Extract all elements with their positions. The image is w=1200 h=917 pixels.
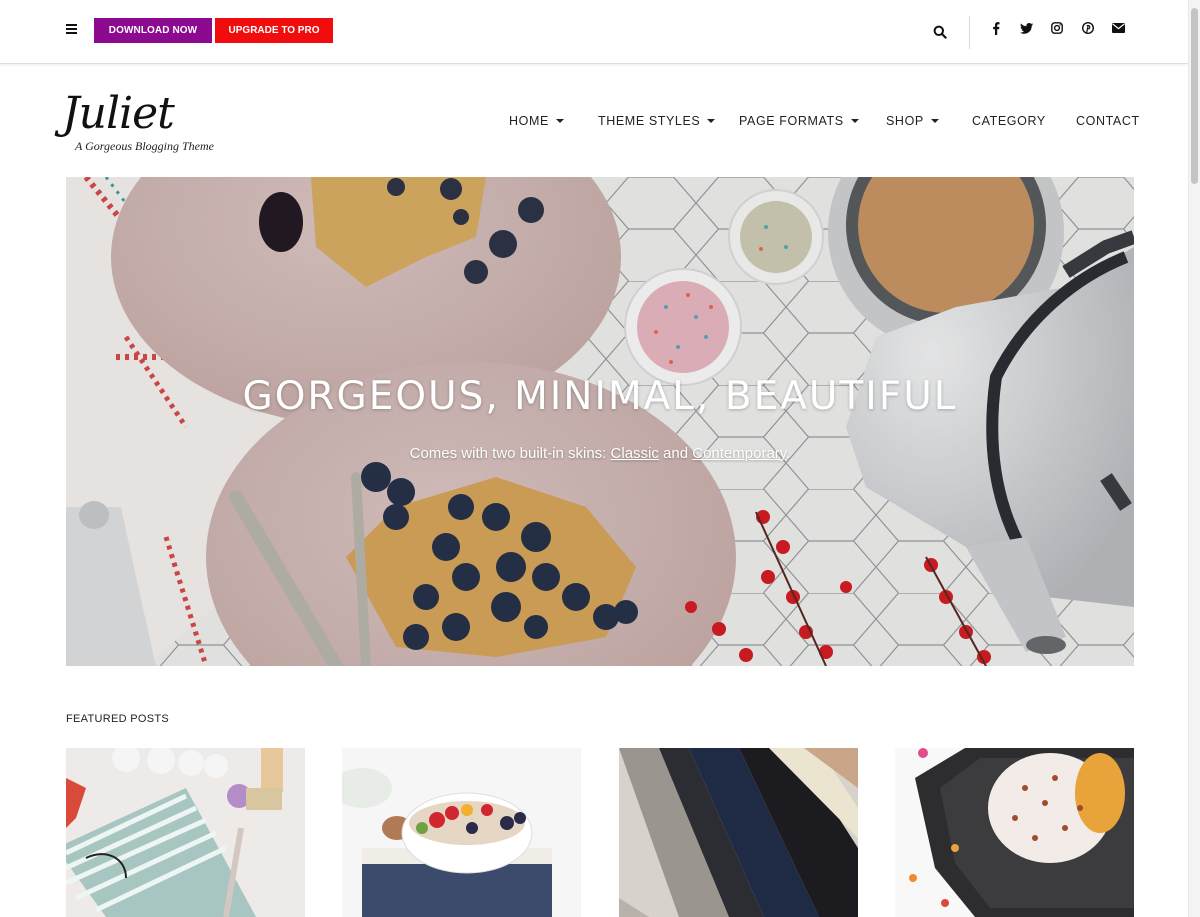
- nav-item-home[interactable]: HOME: [509, 114, 564, 128]
- envelope-icon[interactable]: [1111, 21, 1125, 35]
- facebook-icon[interactable]: [989, 21, 1003, 35]
- nav-label: CONTACT: [1076, 114, 1140, 128]
- featured-post-3-image[interactable]: [619, 748, 858, 917]
- site-tagline: A Gorgeous Blogging Theme: [75, 139, 214, 153]
- hero-subtitle-text: Comes with two built-in skins:: [409, 445, 611, 462]
- featured-post-4-image[interactable]: [895, 748, 1134, 917]
- caret-down-icon: [707, 119, 716, 123]
- upgrade-to-pro-button[interactable]: UPGRADE TO PRO: [215, 18, 333, 43]
- caret-down-icon: [555, 119, 564, 123]
- top-bar: DOWNLOAD NOW UPGRADE TO PRO: [0, 0, 1188, 64]
- hero-subtitle-and: and: [658, 445, 693, 462]
- hero-subtitle: Comes with two built-in skins: Classic a…: [66, 445, 1134, 462]
- divider: [969, 16, 970, 49]
- download-now-button[interactable]: DOWNLOAD NOW: [94, 18, 212, 43]
- nav-label: SHOP: [886, 114, 924, 128]
- nav-item-shop[interactable]: SHOP: [886, 114, 939, 128]
- hero-subtitle-end: .: [786, 445, 791, 462]
- site-logo[interactable]: Juliet: [62, 88, 175, 139]
- contemporary-skin-link[interactable]: Contemporary: [692, 445, 786, 462]
- scrollbar-thumb[interactable]: [1191, 8, 1198, 184]
- featured-post-2-image[interactable]: [342, 748, 581, 917]
- nav-item-contact[interactable]: CONTACT: [1076, 114, 1140, 128]
- featured-post-1-image[interactable]: [66, 748, 305, 917]
- featured-posts-heading: FEATURED POSTS: [66, 713, 170, 725]
- twitter-icon[interactable]: [1019, 21, 1033, 35]
- classic-skin-link[interactable]: Classic: [611, 445, 659, 462]
- nav-label: CATEGORY: [972, 114, 1046, 128]
- caret-down-icon: [930, 119, 939, 123]
- nav-label: THEME STYLES: [598, 114, 701, 128]
- nav-item-theme-styles[interactable]: THEME STYLES: [598, 114, 716, 128]
- nav-item-category[interactable]: CATEGORY: [972, 114, 1046, 128]
- caret-down-icon: [850, 119, 859, 123]
- nav-label: HOME: [509, 114, 549, 128]
- menu-icon[interactable]: [66, 24, 77, 34]
- instagram-icon[interactable]: [1050, 21, 1064, 35]
- hero-image: [66, 177, 1134, 666]
- search-icon[interactable]: [933, 25, 947, 39]
- hero-banner: GORGEOUS, MINIMAL, BEAUTIFUL Comes with …: [66, 177, 1134, 666]
- nav-item-page-formats[interactable]: PAGE FORMATS: [739, 114, 859, 128]
- hero-title: GORGEOUS, MINIMAL, BEAUTIFUL: [242, 374, 958, 419]
- pinterest-icon[interactable]: [1081, 21, 1095, 35]
- nav-label: PAGE FORMATS: [739, 114, 844, 128]
